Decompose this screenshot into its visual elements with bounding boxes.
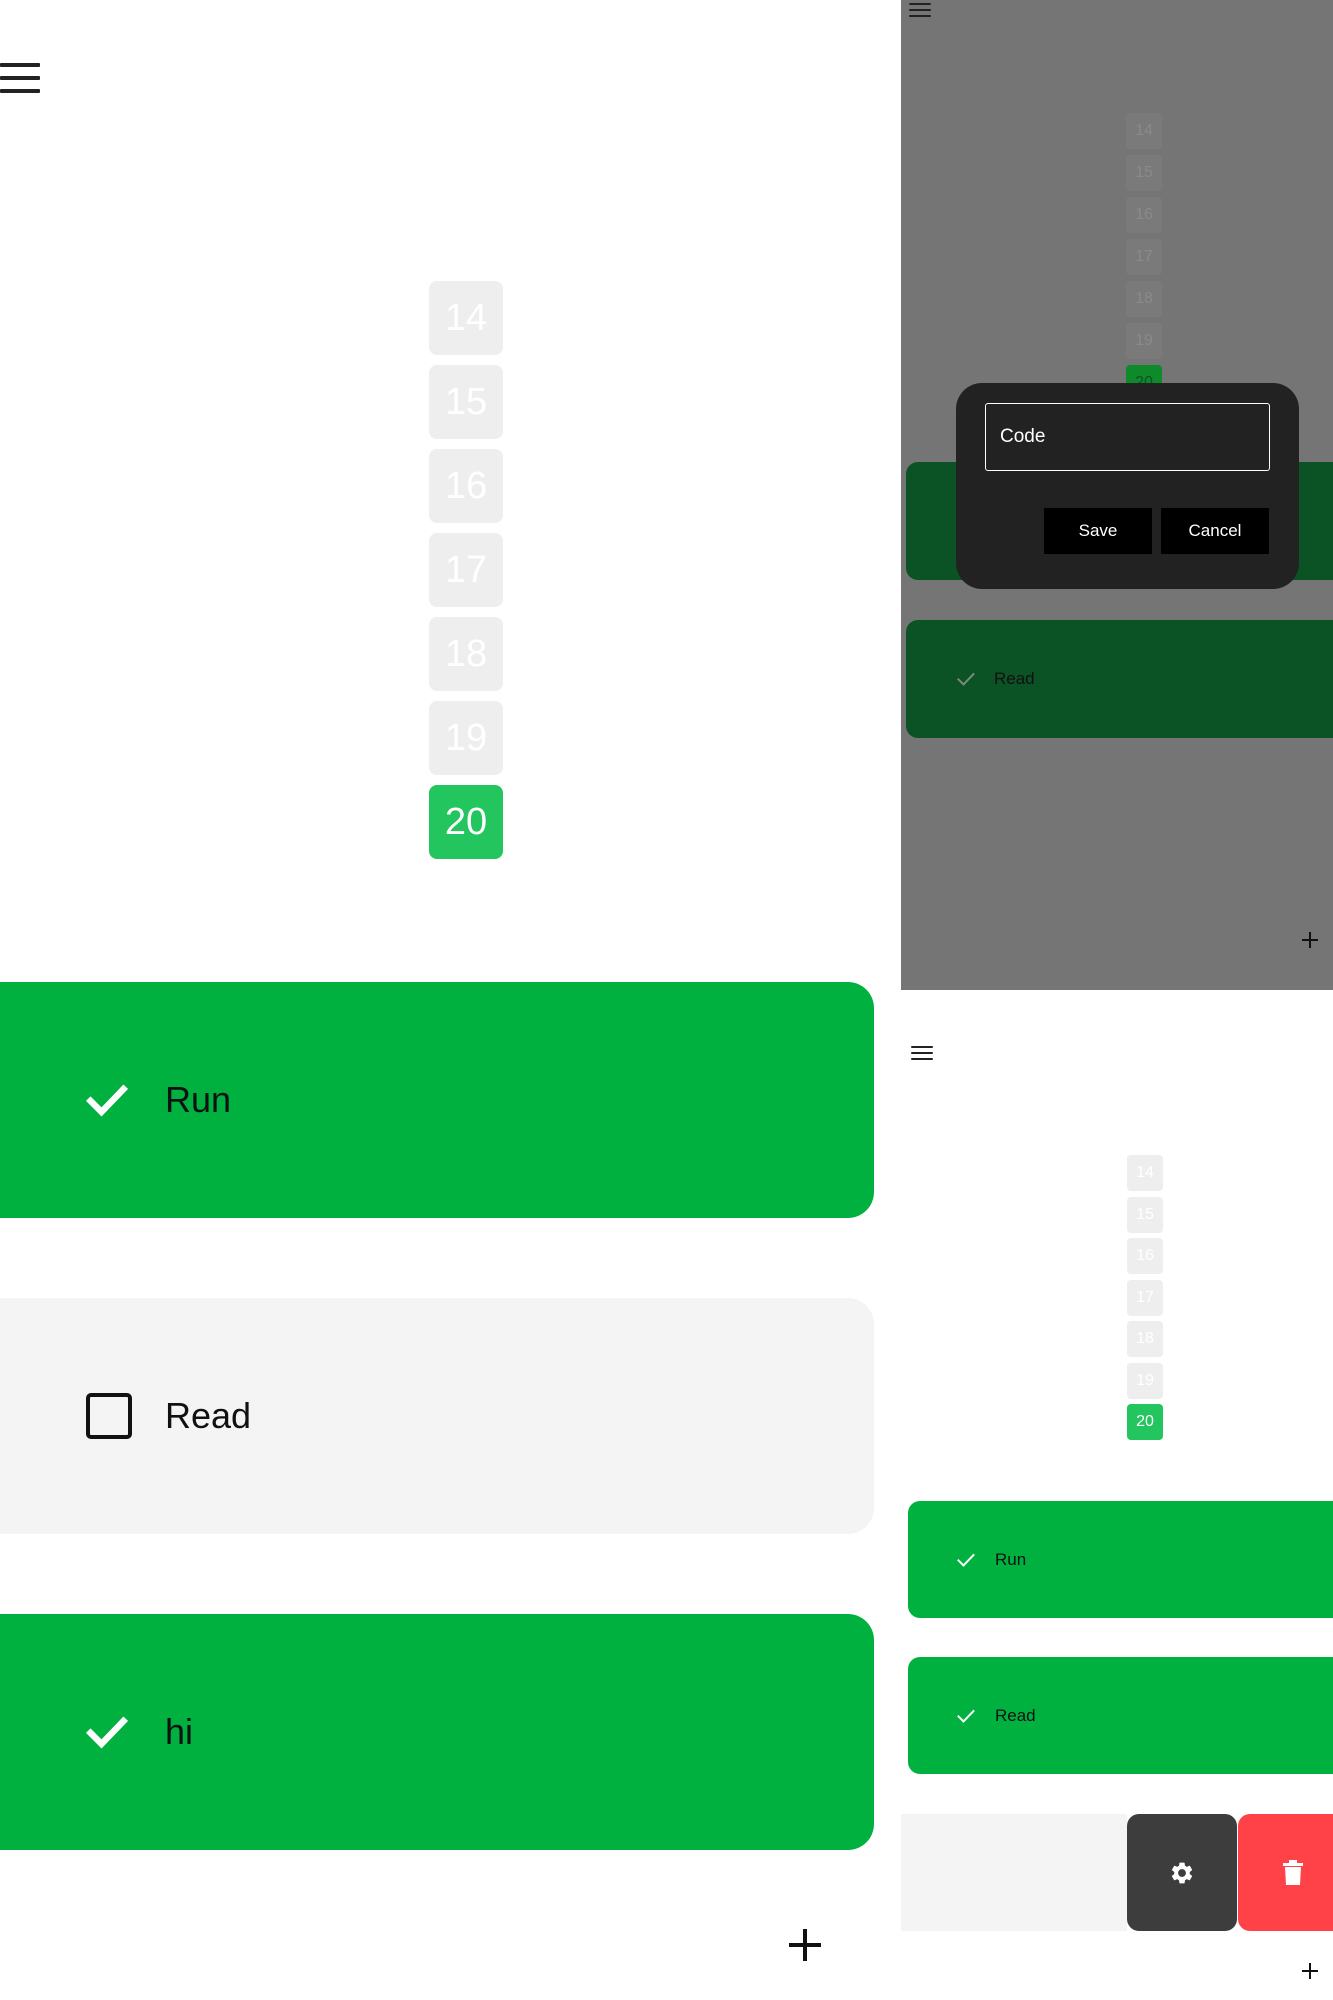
menu-icon[interactable] [911,1046,933,1060]
habit-delete-button[interactable] [1238,1814,1333,1931]
plus-icon [1302,1963,1318,1979]
habit-done-toggle[interactable] [956,1550,976,1570]
checkmark-icon [85,1716,129,1749]
habit-done-toggle[interactable] [956,669,976,689]
add-habit-button[interactable] [1298,1959,1322,1983]
habit-label: Read [165,1395,252,1436]
menu-icon[interactable] [0,63,40,93]
day-20[interactable]: 20 [429,785,503,859]
checkmark-icon [85,1084,129,1117]
habit-label: Run [995,1549,1027,1569]
day-20[interactable]: 20 [1127,1404,1163,1440]
day-16[interactable]: 16 [429,449,503,523]
checkmark-icon [957,1709,975,1723]
habit-label: Run [165,1079,232,1120]
plus-icon [1302,932,1318,948]
checkbox-empty-icon[interactable] [85,1392,133,1440]
day-19[interactable]: 19 [1127,1362,1163,1399]
habit-label: Read [995,1705,1036,1725]
day-17[interactable]: 17 [429,533,503,607]
habit-card[interactable]: Read [908,1657,1333,1774]
day-15[interactable]: 15 [1127,1196,1163,1233]
gear-icon [1171,1862,1193,1883]
habit-done-toggle[interactable] [956,1706,976,1726]
habit-settings-button[interactable] [1127,1814,1237,1931]
habit-card[interactable]: hi [0,1614,874,1850]
checkmark-icon [957,1553,975,1567]
habit-done-toggle[interactable] [85,1078,129,1122]
habit-done-toggle[interactable] [85,1710,129,1754]
habit-card[interactable]: Read [0,1298,874,1534]
habit-label: hi [165,1711,194,1752]
cancel-button[interactable]: Cancel [1161,508,1269,554]
swipe-screen: 14 15 16 17 18 19 20 Run Read [901,991,1333,2000]
main-screen: 14 15 16 17 18 19 20 Run Read hi [0,0,900,2000]
add-habit-button[interactable] [780,1920,830,1970]
day-14[interactable]: 14 [1127,1155,1163,1191]
habit-label: Read [994,669,1035,688]
day-15[interactable]: 15 [1126,155,1162,191]
habit-card[interactable]: Read [906,620,1333,738]
day-18[interactable]: 18 [1127,1321,1163,1357]
day-15[interactable]: 15 [429,365,503,439]
day-14[interactable]: 14 [1126,113,1162,149]
menu-icon[interactable] [909,3,931,17]
day-19[interactable]: 19 [429,701,503,775]
habit-name-input-value: Code [1000,426,1046,447]
habit-name-input[interactable]: Code [985,403,1270,471]
plus-icon [789,1929,821,1961]
habit-card[interactable]: Run [908,1501,1333,1618]
trash-icon [1283,1859,1303,1885]
habit-card[interactable]: Run [0,982,874,1218]
day-16[interactable]: 16 [1127,1238,1163,1274]
add-habit-button[interactable] [1298,928,1322,952]
day-14[interactable]: 14 [429,281,503,355]
checkmark-icon [957,672,975,686]
save-button[interactable]: Save [1044,508,1152,554]
day-16[interactable]: 16 [1126,197,1162,233]
day-18[interactable]: 18 [429,617,503,691]
day-17[interactable]: 17 [1127,1279,1163,1316]
dialog-screen: 14151617181920 Read Code Save Cancel [901,0,1333,990]
day-17[interactable]: 17 [1126,239,1162,275]
swiped-habit-card[interactable] [901,1814,1127,1931]
habit-checkbox[interactable] [85,1392,133,1440]
day-19[interactable]: 19 [1126,323,1162,359]
day-18[interactable]: 18 [1126,281,1162,317]
add-habit-dialog: Code Save Cancel [956,383,1299,589]
